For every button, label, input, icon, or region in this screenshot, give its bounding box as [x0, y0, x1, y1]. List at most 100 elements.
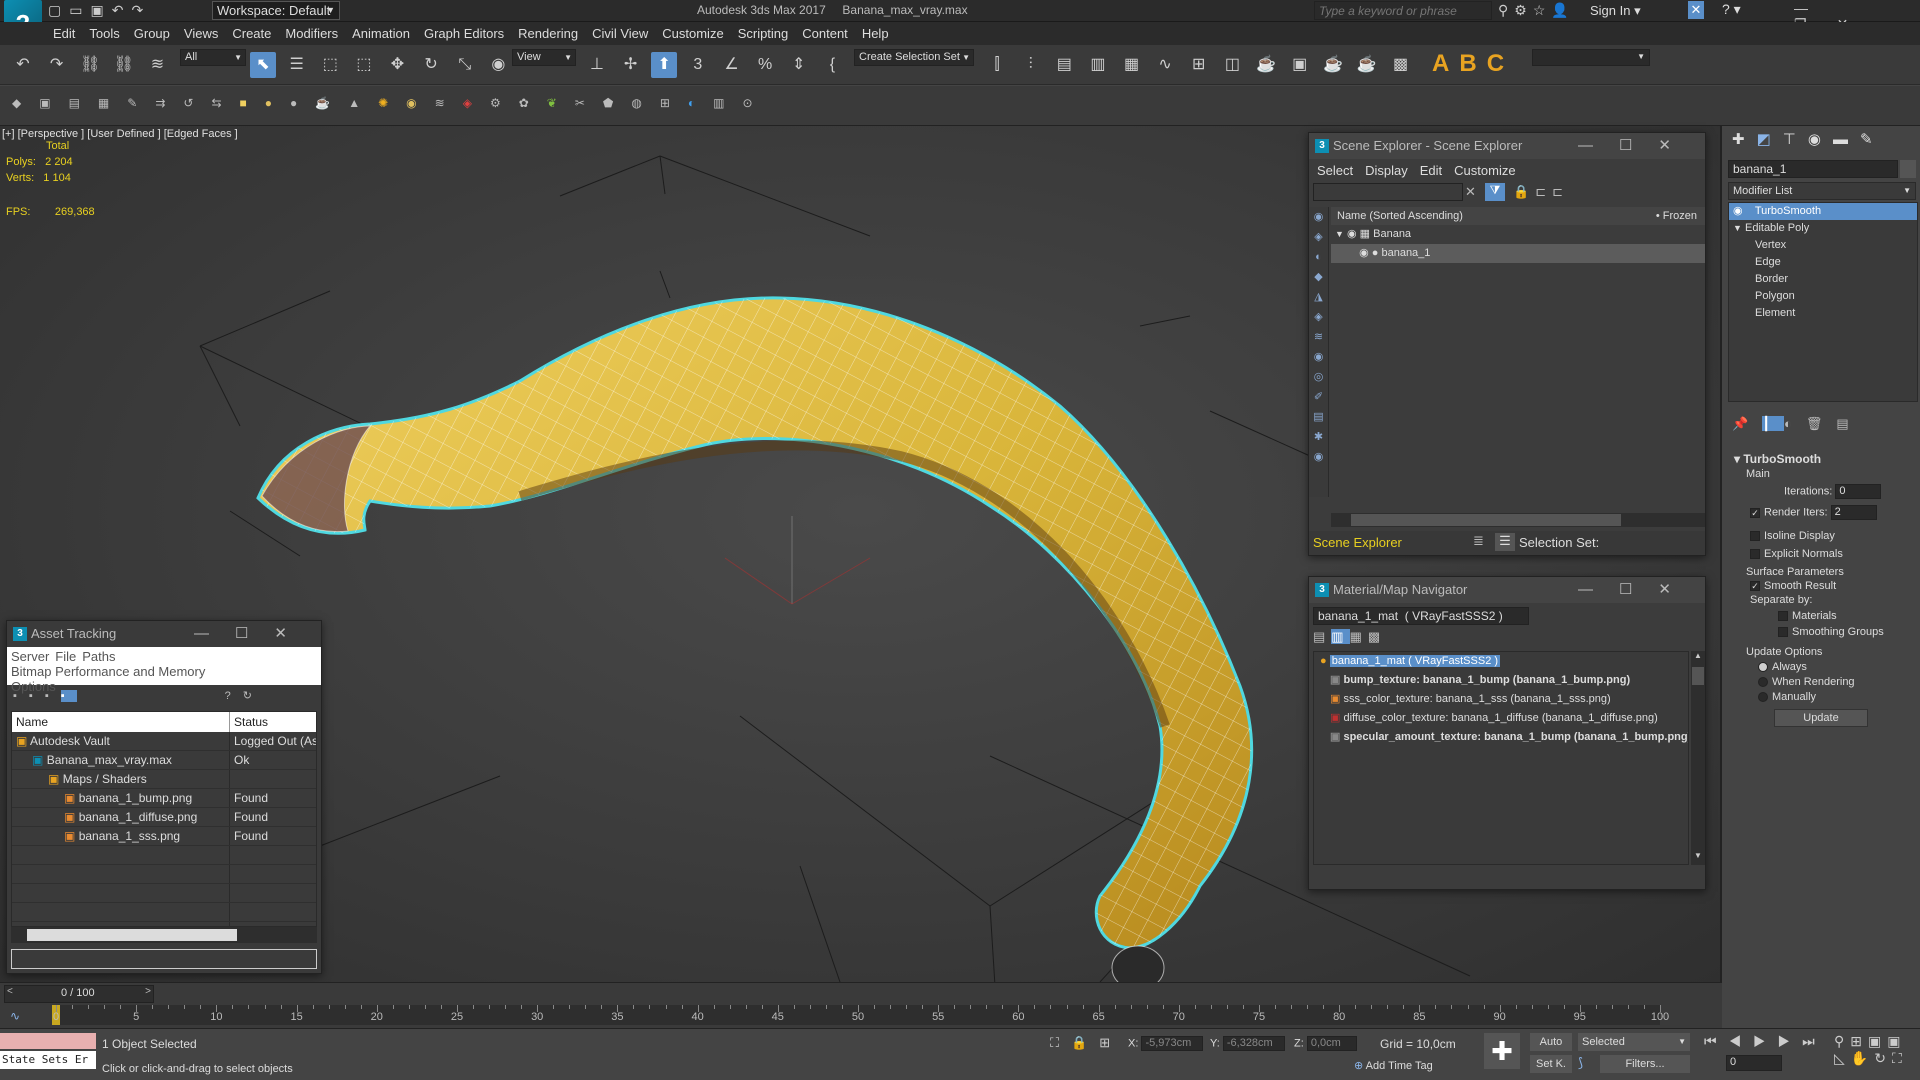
maxscript-mini-listener[interactable]: [0, 1033, 96, 1049]
exchange-icon[interactable]: ✕: [1688, 1, 1704, 19]
material-map-item[interactable]: ▣ diffuse_color_texture: banana_1_diffus…: [1314, 709, 1688, 728]
toggle-scene-explorer-icon[interactable]: ▤: [1051, 52, 1077, 78]
decal-icon[interactable]: ✂: [575, 96, 603, 110]
pan-icon[interactable]: ✋: [1851, 1050, 1874, 1066]
time-slider[interactable]: < 0 / 100 >: [4, 985, 154, 1003]
material-navigator-titlebar[interactable]: 3 Material/Map Navigator —☐✕: [1309, 577, 1705, 603]
display-all-icon[interactable]: ◉: [1309, 207, 1328, 227]
minimize-icon[interactable]: —: [1578, 581, 1619, 598]
zoom-extents-all-icon[interactable]: ▣: [1887, 1033, 1906, 1049]
list-icons-view-icon[interactable]: ▥: [1331, 629, 1350, 644]
cycle-icon[interactable]: ↺: [183, 96, 211, 110]
list-view-icon[interactable]: ▤: [1313, 629, 1331, 644]
spacewarps-icon[interactable]: ≋: [1309, 327, 1328, 347]
sphere-icon[interactable]: ●: [290, 96, 315, 110]
modifier-stack-item[interactable]: Vertex: [1729, 237, 1917, 254]
modifier-eye-icon[interactable]: ◉: [1733, 205, 1743, 217]
sun-icon[interactable]: ✺: [378, 96, 406, 110]
add-time-tag[interactable]: ⊕ Add Time Tag: [1354, 1059, 1433, 1072]
library-icon[interactable]: ▥: [713, 96, 742, 110]
menu-item-help[interactable]: Help: [855, 22, 896, 45]
layers-icon[interactable]: ≣: [1473, 533, 1484, 549]
isolate-icon[interactable]: ⛶: [1050, 1035, 1071, 1050]
rollout-header[interactable]: ▾ TurboSmooth: [1728, 452, 1918, 466]
current-frame-field[interactable]: 0: [1726, 1055, 1782, 1071]
modifier-stack-item[interactable]: ▼ Editable Poly: [1729, 220, 1917, 237]
utilities-tab-icon[interactable]: ✎: [1860, 131, 1885, 148]
iterations-spinner[interactable]: 0: [1835, 484, 1882, 499]
when-rendering-radio[interactable]: [1758, 677, 1768, 688]
asset-menu-file[interactable]: File: [55, 649, 76, 664]
vfb-icon[interactable]: ◐: [688, 96, 713, 110]
absolute-mode-icon[interactable]: ⊞: [1099, 1035, 1122, 1050]
save-file-icon[interactable]: ▣: [90, 2, 111, 18]
shapes-icon[interactable]: ◐: [1309, 247, 1328, 267]
material-tree-scrollbar[interactable]: ▲ ▼: [1691, 651, 1705, 865]
expand-icon[interactable]: ▼: [1335, 229, 1344, 239]
asset-table-row[interactable]: ▣ Banana_max_vray.max Ok: [12, 751, 316, 770]
modifier-list-dropdown[interactable]: Modifier List ▼: [1728, 182, 1916, 200]
material-name-field[interactable]: [1313, 607, 1529, 625]
angle-snap-icon[interactable]: ∠: [719, 52, 745, 78]
menu-item-customize[interactable]: Customize: [655, 22, 730, 45]
light-icon[interactable]: ●: [265, 96, 290, 110]
x-field[interactable]: -5,973cm: [1141, 1036, 1204, 1051]
make-unique-icon[interactable]: ◐: [1784, 416, 1806, 431]
visibility-eye-icon[interactable]: ◉: [1347, 228, 1357, 240]
modifier-stack-item[interactable]: ◉ TurboSmooth: [1729, 203, 1917, 220]
select-by-name-button[interactable]: ☰: [284, 52, 310, 78]
refresh-icon[interactable]: ↻: [243, 690, 264, 702]
place-icon[interactable]: ◉: [485, 52, 511, 78]
materials-checkbox[interactable]: [1778, 611, 1788, 622]
list-icon[interactable]: ▤: [69, 96, 98, 110]
maximize-icon[interactable]: ☐: [235, 625, 274, 642]
modifier-stack-item[interactable]: Polygon: [1729, 288, 1917, 305]
time-slider-next-icon[interactable]: >: [145, 986, 151, 997]
configure-sets-icon[interactable]: ▤: [1836, 416, 1862, 431]
large-icons-view-icon[interactable]: ▩: [1368, 629, 1386, 644]
scene-explorer-item[interactable]: ◉ ● banana_1: [1331, 244, 1705, 263]
object-color-swatch[interactable]: [1900, 160, 1916, 178]
scrollbar-thumb[interactable]: [1692, 667, 1704, 685]
close-icon[interactable]: ✕: [1658, 581, 1697, 598]
minimize-icon[interactable]: —: [1794, 0, 1838, 16]
always-radio[interactable]: [1758, 662, 1768, 673]
scale-icon[interactable]: ⤡: [452, 52, 478, 78]
render-in-cloud-icon[interactable]: ▩: [1388, 52, 1414, 78]
menu-item-edit[interactable]: Edit: [46, 22, 82, 45]
material-editor-icon[interactable]: ◫: [1219, 52, 1245, 78]
close-icon[interactable]: ✕: [274, 625, 313, 642]
selection-lock-icon[interactable]: 🔒: [1071, 1035, 1099, 1050]
mesh-icon[interactable]: ⬟: [603, 96, 631, 110]
link-icon[interactable]: ⛓: [77, 52, 103, 78]
isoline-checkbox[interactable]: [1750, 531, 1760, 542]
time-slider-prev-icon[interactable]: <: [7, 986, 13, 997]
menu-item-animation[interactable]: Animation: [345, 22, 417, 45]
asset-table-row[interactable]: ▣ banana_1_sss.png Found: [12, 827, 316, 846]
curve-editor-mini-icon[interactable]: ∿: [10, 1009, 20, 1023]
frozen-column-header[interactable]: • Frozen: [1656, 207, 1697, 225]
menu-item-scripting[interactable]: Scripting: [731, 22, 796, 45]
minimize-icon[interactable]: —: [194, 625, 235, 642]
asset-table-scrollbar[interactable]: [11, 927, 317, 943]
plane-icon[interactable]: ◈: [463, 96, 490, 110]
percent-snap-icon[interactable]: %: [752, 52, 778, 78]
fur-plant-icon[interactable]: ❦: [547, 96, 575, 110]
window-crossing-button[interactable]: ⬚: [351, 52, 377, 78]
search-input[interactable]: [1314, 1, 1492, 20]
align-icon[interactable]: ⫶: [1018, 52, 1044, 78]
workspace-dropdown[interactable]: Workspace: Default ▼: [212, 1, 340, 20]
binoculars-icon[interactable]: ⚲: [1498, 2, 1514, 18]
scroll-up-icon[interactable]: ▲: [1691, 651, 1705, 665]
star-icon[interactable]: ☆: [1533, 2, 1552, 18]
help-circle-icon[interactable]: ⊙: [742, 96, 770, 110]
cameras-icon[interactable]: ◮: [1309, 287, 1328, 307]
orbit-icon[interactable]: ↻: [1874, 1050, 1892, 1066]
scene-explorer-scrollbar[interactable]: [1331, 513, 1705, 527]
scene-explorer-search-input[interactable]: [1313, 183, 1463, 201]
menu-item-tools[interactable]: Tools: [82, 22, 126, 45]
scene-explorer-menu-select[interactable]: Select: [1317, 163, 1353, 178]
move-icon[interactable]: ✥: [385, 52, 411, 78]
vray-b-icon[interactable]: B: [1459, 50, 1486, 77]
menu-item-content[interactable]: Content: [795, 22, 855, 45]
